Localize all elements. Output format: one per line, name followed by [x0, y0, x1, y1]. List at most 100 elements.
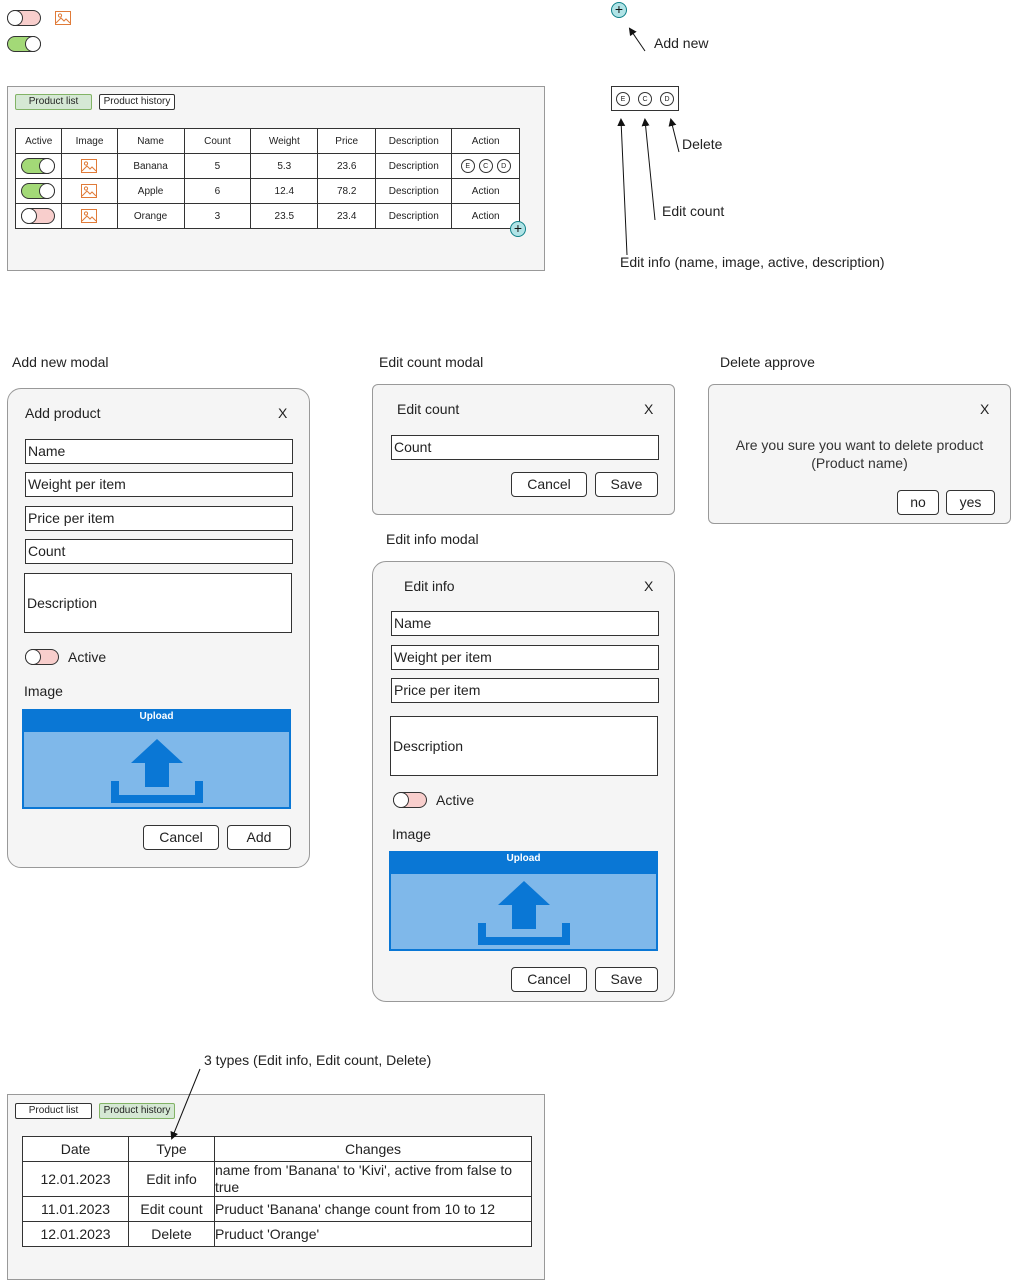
image-icon: [81, 159, 98, 173]
tab-product-history[interactable]: Product history: [99, 94, 175, 110]
delete-message: Are you sure you want to delete product …: [708, 436, 1011, 472]
annotation-edit-info: Edit info (name, image, active, descript…: [620, 254, 885, 270]
toggle-knob: [39, 183, 55, 199]
image-label: Image: [392, 826, 431, 842]
cell-changes: Pruduct 'Orange': [214, 1221, 532, 1247]
col-header-price: Price: [317, 128, 377, 154]
price-input[interactable]: Price per item: [25, 506, 293, 531]
edit-count-button[interactable]: C: [478, 159, 493, 173]
active-toggle[interactable]: [21, 183, 55, 199]
label-edit-count-modal: Edit count modal: [379, 354, 484, 370]
cell-active: [14, 178, 63, 204]
table-row: Banana 5 5.3 23.6 Description ECD: [14, 153, 520, 179]
cell-price: 23.6: [317, 153, 377, 179]
active-toggle[interactable]: [393, 792, 427, 808]
active-toggle[interactable]: [25, 649, 59, 665]
yes-button[interactable]: yes: [946, 490, 995, 515]
tab-product-list[interactable]: Product list: [15, 94, 92, 110]
cancel-button[interactable]: Cancel: [511, 967, 587, 992]
action-legend-box: E C D: [611, 86, 679, 111]
cell-name: Orange: [116, 203, 185, 229]
no-button[interactable]: no: [897, 490, 939, 515]
upload-title: Upload: [24, 711, 289, 732]
cell-image: [61, 178, 118, 204]
modal-title: Add product: [25, 405, 101, 421]
image-icon: [81, 184, 98, 198]
name-input[interactable]: Name: [25, 439, 293, 464]
cell-name: Banana: [116, 153, 185, 179]
cell-price: 23.4: [317, 203, 377, 229]
active-toggle[interactable]: [21, 208, 55, 224]
cell-type: Delete: [128, 1221, 215, 1247]
cell-description: Description: [375, 203, 453, 229]
upload-dropzone[interactable]: Upload: [389, 851, 658, 951]
add-new-button[interactable]: +: [510, 221, 526, 237]
col-header-name: Name: [116, 128, 185, 154]
name-input[interactable]: Name: [391, 611, 659, 636]
annotation-add-new: Add new: [654, 35, 709, 51]
upload-icon: [477, 881, 570, 945]
count-input[interactable]: Count: [25, 539, 293, 564]
cell-image: [61, 203, 118, 229]
label-edit-info-modal: Edit info modal: [386, 531, 479, 547]
close-icon[interactable]: X: [980, 401, 989, 417]
col-header-description: Description: [375, 128, 453, 154]
delete-message-product: (Product name): [811, 455, 908, 471]
active-toggle[interactable]: [21, 158, 55, 174]
cell-weight: 23.5: [250, 203, 319, 229]
col-header-type: Type: [128, 1136, 215, 1162]
toggle-knob: [25, 36, 41, 52]
cell-action: ECD: [451, 153, 520, 179]
arrow-edit-info: [617, 118, 628, 256]
count-input[interactable]: Count: [391, 435, 659, 460]
col-header-count: Count: [183, 128, 252, 154]
tab-product-list[interactable]: Product list: [15, 1103, 92, 1119]
cell-count: 6: [183, 178, 252, 204]
active-label: Active: [436, 792, 475, 808]
arrow-delete: [668, 118, 680, 153]
tab-product-history[interactable]: Product history: [99, 1103, 175, 1119]
close-icon[interactable]: X: [278, 405, 287, 421]
cell-description: Description: [375, 153, 453, 179]
label-delete-approve: Delete approve: [720, 354, 815, 370]
table-header-row: Date Type Changes: [22, 1136, 532, 1162]
weight-input[interactable]: Weight per item: [25, 472, 293, 497]
cancel-button[interactable]: Cancel: [511, 472, 587, 497]
edit-count-icon: C: [638, 91, 652, 106]
cell-changes: name from 'Banana' to 'Kivi', active fro…: [214, 1161, 532, 1197]
annotation-edit-count: Edit count: [662, 203, 725, 219]
col-header-changes: Changes: [214, 1136, 532, 1162]
cell-name: Apple: [116, 178, 185, 204]
delete-icon: D: [660, 91, 674, 106]
upload-dropzone[interactable]: Upload: [22, 709, 291, 809]
active-label: Active: [68, 649, 107, 665]
product-table: Active Image Name Count Weight Price Des…: [14, 128, 520, 229]
cell-count: 3: [183, 203, 252, 229]
edit-info-icon: E: [616, 91, 630, 106]
delete-button[interactable]: D: [496, 159, 511, 173]
toggle-knob: [21, 208, 37, 224]
cancel-button[interactable]: Cancel: [143, 825, 219, 850]
save-button[interactable]: Save: [595, 472, 658, 497]
col-header-weight: Weight: [250, 128, 319, 154]
save-button[interactable]: Save: [595, 967, 658, 992]
description-input[interactable]: Description: [24, 573, 292, 633]
cell-type: Edit info: [128, 1161, 215, 1197]
delete-message-line: Are you sure you want to delete product: [735, 437, 984, 453]
label-add-new-modal: Add new modal: [12, 354, 109, 370]
close-icon[interactable]: X: [644, 578, 653, 594]
col-header-active: Active: [14, 128, 63, 154]
cell-image: [61, 153, 118, 179]
weight-input[interactable]: Weight per item: [391, 645, 659, 670]
annotation-delete: Delete: [682, 136, 723, 152]
image-icon: [81, 209, 98, 223]
modal-title: Edit info: [404, 578, 455, 594]
col-header-date: Date: [22, 1136, 129, 1162]
cell-price: 78.2: [317, 178, 377, 204]
edit-info-button[interactable]: E: [460, 159, 475, 173]
price-input[interactable]: Price per item: [391, 678, 659, 703]
close-icon[interactable]: X: [644, 401, 653, 417]
description-input[interactable]: Description: [390, 716, 658, 776]
add-button[interactable]: Add: [227, 825, 291, 850]
cell-active: [14, 203, 63, 229]
